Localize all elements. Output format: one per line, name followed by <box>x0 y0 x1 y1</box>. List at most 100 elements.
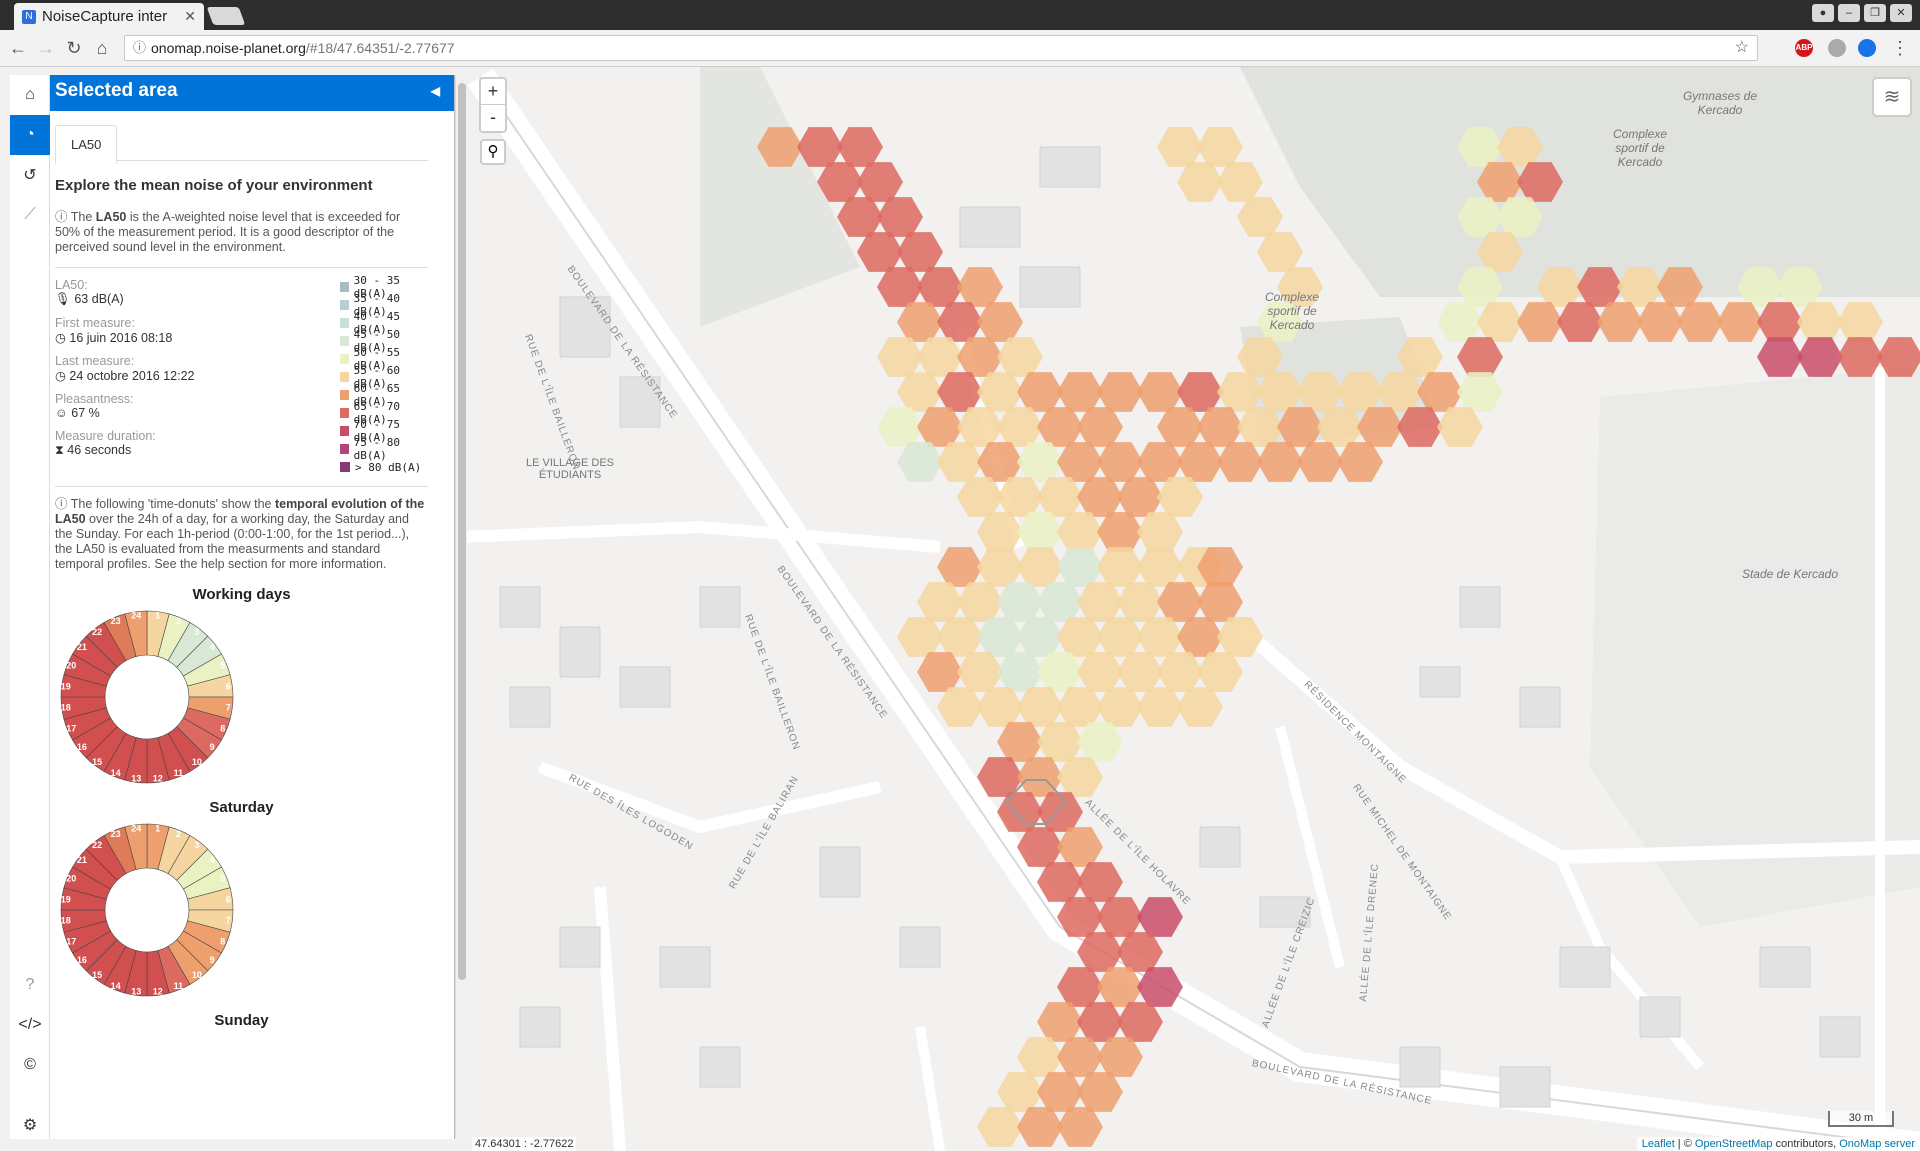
settings-gear-icon[interactable]: ⚙ <box>10 1105 50 1145</box>
noise-hexagon[interactable] <box>917 582 963 622</box>
noise-hexagon[interactable] <box>1837 302 1883 342</box>
noise-hexagon[interactable] <box>1437 302 1483 342</box>
noise-hexagon[interactable] <box>1057 547 1103 587</box>
noise-hexagon[interactable] <box>977 547 1023 587</box>
noise-hexagon[interactable] <box>1057 617 1103 657</box>
home-tab-icon[interactable]: ⌂ <box>10 75 50 115</box>
noise-hexagon[interactable] <box>957 582 1003 622</box>
forward-icon[interactable]: → <box>34 36 58 60</box>
noise-hexagon[interactable] <box>1077 862 1123 902</box>
noise-hexagon[interactable] <box>1097 372 1143 412</box>
noise-hexagon[interactable] <box>1097 512 1143 552</box>
noise-hexagon[interactable] <box>1477 302 1523 342</box>
noise-hexagon[interactable] <box>897 442 943 482</box>
noise-hexagon[interactable] <box>1017 442 1063 482</box>
noise-hexagon[interactable] <box>1137 897 1183 937</box>
noise-hexagon[interactable] <box>857 232 903 272</box>
noise-hexagon[interactable] <box>1717 302 1763 342</box>
noise-hexagon[interactable] <box>1157 652 1203 692</box>
noise-hexagon[interactable] <box>997 407 1043 447</box>
noise-hexagon[interactable] <box>1137 512 1183 552</box>
noise-hexagon[interactable] <box>1117 1002 1163 1042</box>
noise-hexagon[interactable] <box>1037 792 1083 832</box>
layers-icon[interactable]: ≋ <box>1872 77 1912 117</box>
noise-hexagon[interactable] <box>1137 617 1183 657</box>
onomap-link[interactable]: OnoMap server <box>1839 1138 1915 1150</box>
noise-hexagon[interactable] <box>977 1107 1023 1147</box>
help-icon[interactable]: ? <box>10 965 50 1005</box>
reload-icon[interactable]: ↻ <box>62 36 86 60</box>
noise-hexagon[interactable] <box>1257 232 1303 272</box>
noise-hexagon[interactable] <box>1597 302 1643 342</box>
noise-hexagon[interactable] <box>877 267 923 307</box>
noise-hexagon[interactable] <box>1457 372 1503 412</box>
history-tab-icon[interactable]: ↺ <box>10 155 50 195</box>
noise-hexagon[interactable] <box>1157 127 1203 167</box>
noise-hexagon[interactable] <box>957 477 1003 517</box>
noise-hexagon[interactable] <box>1177 687 1223 727</box>
noise-hexagon[interactable] <box>1257 442 1303 482</box>
tab-la50[interactable]: LA50 <box>55 125 118 164</box>
noise-hexagon[interactable] <box>1037 652 1083 692</box>
info-icon[interactable]: ⓘ <box>133 36 146 60</box>
noise-hexagon[interactable] <box>1077 722 1123 762</box>
noise-hexagon[interactable] <box>1117 652 1163 692</box>
noise-hexagon[interactable] <box>1057 512 1103 552</box>
bookmark-star-icon[interactable]: ☆ <box>1735 36 1749 60</box>
noise-hexagon[interactable] <box>1057 372 1103 412</box>
noise-hexagon[interactable] <box>937 442 983 482</box>
address-bar[interactable]: ⓘ onomap.noise-planet.org/#18/47.64351/-… <box>124 35 1758 61</box>
noise-hexagon[interactable] <box>977 302 1023 342</box>
noise-hexagon[interactable] <box>1037 722 1083 762</box>
noise-hexagon[interactable] <box>1237 197 1283 237</box>
noise-hexagon[interactable] <box>1217 162 1263 202</box>
line-chart-tab-icon[interactable]: ⟋ <box>10 195 50 235</box>
noise-hexagon[interactable] <box>1117 477 1163 517</box>
noise-hexagon[interactable] <box>977 442 1023 482</box>
noise-hexagon[interactable] <box>997 652 1043 692</box>
noise-hexagon[interactable] <box>1057 1037 1103 1077</box>
noise-hexagon[interactable] <box>917 407 963 447</box>
noise-hexagon[interactable] <box>1517 302 1563 342</box>
noise-hexagon[interactable] <box>917 337 963 377</box>
scrollbar-thumb[interactable] <box>458 83 466 980</box>
noise-hexagon[interactable] <box>1757 302 1803 342</box>
noise-hexagon[interactable] <box>937 687 983 727</box>
noise-hexagon[interactable] <box>1037 1002 1083 1042</box>
new-tab-button[interactable] <box>206 7 246 25</box>
noise-hexagon[interactable] <box>1037 582 1083 622</box>
restore-icon[interactable]: ❐ <box>1864 4 1886 22</box>
panel-scrollbar[interactable] <box>455 75 467 1139</box>
home-icon[interactable]: ⌂ <box>90 36 114 60</box>
noise-hexagon[interactable] <box>1017 687 1063 727</box>
noise-hexagon[interactable] <box>1017 617 1063 657</box>
noise-hexagon[interactable] <box>1197 407 1243 447</box>
noise-hexagon[interactable] <box>1057 442 1103 482</box>
noise-hexagon[interactable] <box>1297 442 1343 482</box>
noise-hexagon[interactable] <box>1097 617 1143 657</box>
noise-hexagon[interactable] <box>1077 407 1123 447</box>
noise-hexagon[interactable] <box>1057 827 1103 867</box>
noise-hexagon[interactable] <box>1117 582 1163 622</box>
leaflet-link[interactable]: Leaflet <box>1642 1138 1675 1150</box>
noise-hexagon[interactable] <box>1197 652 1243 692</box>
chart-pie-tab-icon[interactable]: ◔ <box>10 115 50 155</box>
noise-hexagon[interactable] <box>1457 337 1503 377</box>
noise-hexagon[interactable] <box>1037 477 1083 517</box>
collapse-caret-icon[interactable]: ◀ <box>431 75 440 107</box>
zoom-in-button[interactable]: + <box>481 79 505 105</box>
noise-hexagon[interactable] <box>1037 1072 1083 1112</box>
minimize-icon[interactable]: – <box>1838 4 1860 22</box>
noise-hexagon[interactable] <box>1177 372 1223 412</box>
noise-hexagon[interactable] <box>1137 547 1183 587</box>
noise-hexagon[interactable] <box>1157 582 1203 622</box>
noise-hexagon[interactable] <box>1797 337 1843 377</box>
noise-hexagon[interactable] <box>1217 617 1263 657</box>
zoom-out-button[interactable]: - <box>481 105 505 131</box>
noise-hexagon[interactable] <box>957 267 1003 307</box>
noise-hexagon[interactable] <box>917 267 963 307</box>
noise-hexagon[interactable] <box>1797 302 1843 342</box>
noise-hexagon[interactable] <box>1077 1002 1123 1042</box>
noise-hexagon[interactable] <box>1077 582 1123 622</box>
noise-hexagon[interactable] <box>1097 897 1143 937</box>
